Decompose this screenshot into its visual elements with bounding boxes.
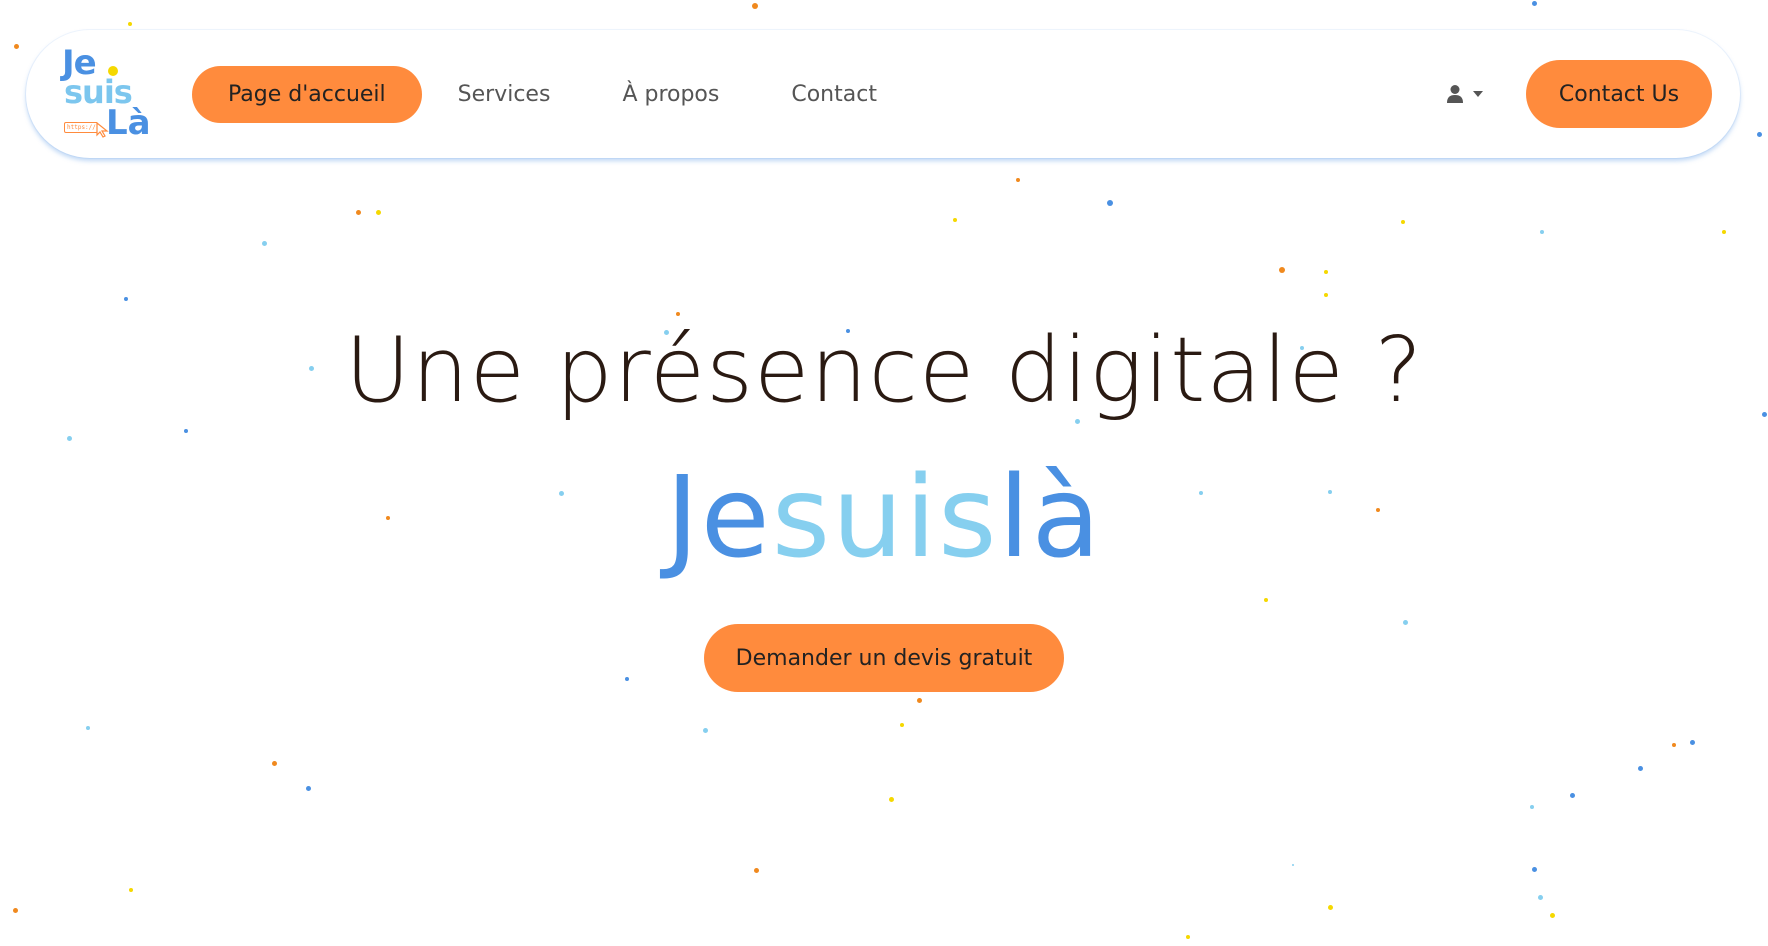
hero-brand-je: Je bbox=[665, 453, 772, 583]
confetti-dot bbox=[1264, 598, 1268, 602]
confetti-dot bbox=[1722, 230, 1726, 234]
confetti-dot bbox=[900, 723, 904, 727]
confetti-dot bbox=[752, 3, 758, 9]
confetti-dot bbox=[184, 429, 188, 433]
nav-services[interactable]: Services bbox=[458, 82, 551, 107]
confetti-dot bbox=[67, 436, 72, 441]
caret-down-icon bbox=[1473, 91, 1483, 97]
confetti-dot bbox=[953, 218, 957, 222]
confetti-dot bbox=[1638, 766, 1643, 771]
confetti-dot bbox=[1532, 1, 1537, 6]
confetti-dot bbox=[129, 888, 133, 892]
confetti-dot bbox=[676, 312, 680, 316]
confetti-dot bbox=[1757, 132, 1762, 137]
hero-headline: Une présence digitale ? bbox=[344, 318, 1424, 423]
confetti-dot bbox=[1570, 793, 1575, 798]
user-menu[interactable] bbox=[1446, 80, 1484, 108]
hero-brand-suis: suis bbox=[771, 453, 999, 583]
confetti-dot bbox=[1532, 867, 1537, 872]
navbar: Je suis Là https:// Page d'accueil Servi… bbox=[26, 30, 1740, 158]
confetti-dot bbox=[128, 22, 132, 26]
confetti-dot bbox=[1550, 913, 1555, 918]
confetti-dot bbox=[1672, 743, 1676, 747]
confetti-dot bbox=[1016, 178, 1020, 182]
confetti-dot bbox=[703, 728, 708, 733]
logo-url-box: https:// bbox=[64, 122, 98, 133]
nav-home[interactable]: Page d'accueil bbox=[192, 65, 422, 123]
cursor-icon bbox=[96, 122, 109, 138]
confetti-dot bbox=[1186, 935, 1190, 939]
confetti-dot bbox=[1279, 267, 1285, 273]
confetti-dot bbox=[376, 210, 381, 215]
confetti-dot bbox=[1403, 620, 1408, 625]
confetti-dot bbox=[917, 698, 922, 703]
confetti-dot bbox=[1107, 200, 1113, 206]
contact-us-button[interactable]: Contact Us bbox=[1526, 60, 1712, 128]
quote-request-button[interactable]: Demander un devis gratuit bbox=[704, 624, 1064, 692]
confetti-dot bbox=[1328, 905, 1333, 910]
confetti-dot bbox=[889, 797, 894, 802]
confetti-dot bbox=[1538, 895, 1543, 900]
confetti-dot bbox=[754, 868, 759, 873]
page: Je suis Là https:// Page d'accueil Servi… bbox=[0, 0, 1768, 946]
confetti-dot bbox=[262, 241, 267, 246]
confetti-dot bbox=[1324, 293, 1328, 297]
confetti-dot bbox=[1401, 220, 1405, 224]
hero-brand-la: là bbox=[998, 453, 1103, 583]
confetti-dot bbox=[86, 726, 90, 730]
confetti-dot bbox=[1324, 270, 1328, 274]
hero-brand: Jesuislà bbox=[0, 462, 1768, 574]
nav-about[interactable]: À propos bbox=[622, 82, 719, 107]
user-icon bbox=[1447, 85, 1463, 103]
confetti-dot bbox=[1540, 230, 1544, 234]
logo[interactable]: Je suis Là https:// bbox=[58, 44, 154, 144]
nav-contact[interactable]: Contact bbox=[791, 82, 877, 107]
confetti-dot bbox=[1292, 864, 1294, 866]
confetti-dot bbox=[14, 44, 19, 49]
confetti-dot bbox=[1530, 805, 1534, 809]
confetti-dot bbox=[356, 210, 361, 215]
confetti-dot bbox=[1690, 740, 1695, 745]
confetti-dot bbox=[625, 677, 629, 681]
confetti-dot bbox=[124, 297, 128, 301]
logo-la: Là bbox=[106, 103, 151, 143]
confetti-dot bbox=[306, 786, 311, 791]
confetti-dot bbox=[272, 761, 277, 766]
confetti-dot bbox=[13, 908, 18, 913]
nav-links: Page d'accueil Services À propos Contact bbox=[192, 30, 949, 158]
